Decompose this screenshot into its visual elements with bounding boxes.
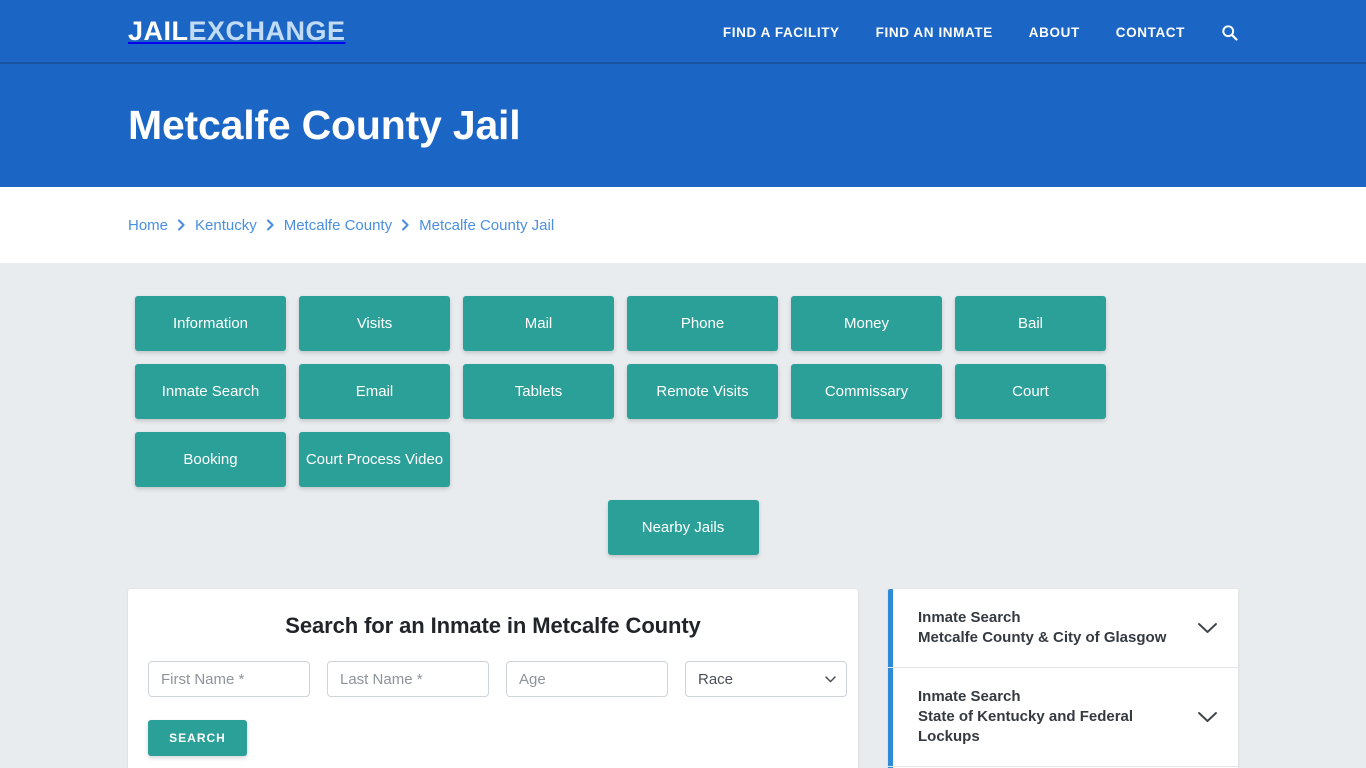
topic-button-money[interactable]: Money xyxy=(791,296,942,351)
page-hero-banner: Metcalfe County Jail xyxy=(0,64,1366,187)
breadcrumb-item-home[interactable]: Home xyxy=(128,217,168,234)
accordion-item-inmate-search-county[interactable]: Inmate Search Metcalfe County & City of … xyxy=(888,589,1238,668)
topic-button-email[interactable]: Email xyxy=(299,364,450,419)
chevron-right-icon xyxy=(177,219,186,231)
facility-topic-button-row-3: Nearby Jails xyxy=(135,500,1231,555)
topic-button-mail[interactable]: Mail xyxy=(463,296,614,351)
inmate-search-form: Race xyxy=(148,661,847,697)
sidebar-column: Inmate Search Metcalfe County & City of … xyxy=(888,589,1238,768)
facility-topic-button-grid: Information Visits Mail Phone Money Bail… xyxy=(135,296,1231,487)
topic-button-inmate-search[interactable]: Inmate Search xyxy=(135,364,286,419)
sidebar-accordion: Inmate Search Metcalfe County & City of … xyxy=(888,589,1238,768)
accordion-item-inmate-search-state[interactable]: Inmate Search State of Kentucky and Fede… xyxy=(888,667,1238,767)
nav-link-about[interactable]: ABOUT xyxy=(1011,25,1098,40)
nav-link-find-a-facility[interactable]: FIND A FACILITY xyxy=(705,25,858,40)
last-name-input[interactable] xyxy=(327,661,489,697)
search-icon[interactable] xyxy=(1203,24,1238,41)
accordion-title: Inmate Search xyxy=(918,609,1021,626)
topic-button-court[interactable]: Court xyxy=(955,364,1106,419)
age-input[interactable] xyxy=(506,661,668,697)
topic-button-visits[interactable]: Visits xyxy=(299,296,450,351)
accordion-item-text: Inmate Search Metcalfe County & City of … xyxy=(918,608,1166,648)
nav-link-find-an-inmate[interactable]: FIND AN INMATE xyxy=(858,25,1011,40)
chevron-down-icon[interactable] xyxy=(1197,622,1218,634)
topic-button-commissary[interactable]: Commissary xyxy=(791,364,942,419)
breadcrumb-bar: Home Kentucky Metcalfe County Metcalfe C… xyxy=(0,187,1366,263)
chevron-down-icon[interactable] xyxy=(1197,711,1218,723)
main-column: Search for an Inmate in Metcalfe County … xyxy=(128,589,858,768)
main-content: Information Visits Mail Phone Money Bail… xyxy=(0,263,1366,768)
topic-button-phone[interactable]: Phone xyxy=(627,296,778,351)
first-name-input[interactable] xyxy=(148,661,310,697)
race-select[interactable]: Race xyxy=(685,661,847,697)
nav-link-contact[interactable]: CONTACT xyxy=(1098,25,1203,40)
topic-button-tablets[interactable]: Tablets xyxy=(463,364,614,419)
content-columns: Search for an Inmate in Metcalfe County … xyxy=(128,589,1238,768)
topic-button-bail[interactable]: Bail xyxy=(955,296,1106,351)
topic-button-nearby-jails[interactable]: Nearby Jails xyxy=(607,500,759,555)
breadcrumb: Home Kentucky Metcalfe County Metcalfe C… xyxy=(128,217,554,234)
accordion-title: Inmate Search xyxy=(918,687,1021,705)
logo-text-exchange: EXCHANGE xyxy=(188,15,346,46)
topic-button-information[interactable]: Information xyxy=(135,296,286,351)
inmate-search-card: Search for an Inmate in Metcalfe County … xyxy=(128,589,858,768)
race-select-wrapper: Race xyxy=(685,661,847,697)
search-submit-button[interactable]: SEARCH xyxy=(148,720,247,756)
topic-button-remote-visits[interactable]: Remote Visits xyxy=(627,364,778,419)
logo-text-jail: JAIL xyxy=(128,15,189,46)
site-logo[interactable]: JAILEXCHANGE xyxy=(128,15,346,46)
primary-nav-links: FIND A FACILITY FIND AN INMATE ABOUT CON… xyxy=(705,0,1238,64)
topic-button-booking[interactable]: Booking xyxy=(135,432,286,487)
chevron-right-icon xyxy=(401,219,410,231)
accordion-item-text: Inmate Search State of Kentucky and Fede… xyxy=(918,687,1183,747)
page-title: Metcalfe County Jail xyxy=(128,101,521,148)
top-navigation-bar: JAILEXCHANGE FIND A FACILITY FIND AN INM… xyxy=(0,0,1366,64)
breadcrumb-item-kentucky[interactable]: Kentucky xyxy=(195,217,257,234)
accordion-subtitle: State of Kentucky and Federal Lockups xyxy=(918,707,1134,745)
breadcrumb-item-metcalfe-county[interactable]: Metcalfe County xyxy=(284,217,392,234)
accordion-subtitle: Metcalfe County & City of Glasgow xyxy=(918,628,1167,646)
topic-button-court-process-video[interactable]: Court Process Video xyxy=(299,432,450,487)
inmate-search-heading: Search for an Inmate in Metcalfe County xyxy=(285,613,701,638)
breadcrumb-item-current: Metcalfe County Jail xyxy=(419,216,555,234)
chevron-right-icon xyxy=(266,219,275,231)
